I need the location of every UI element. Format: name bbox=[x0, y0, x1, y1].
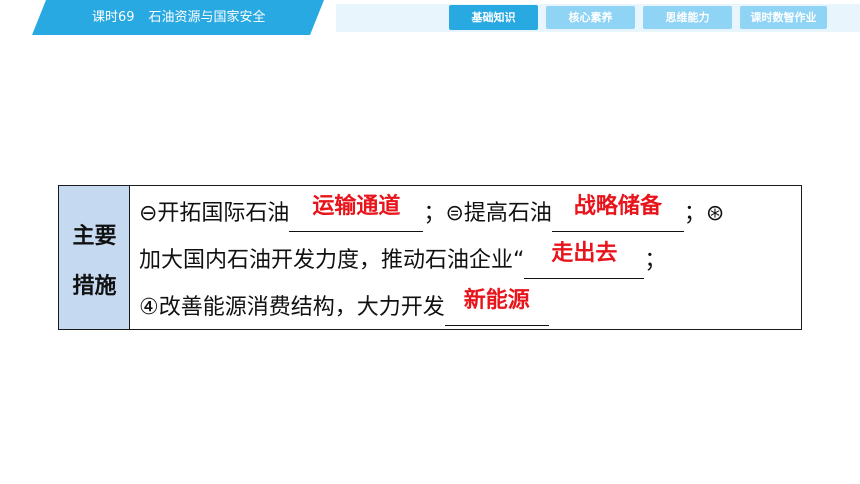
tab-basic-knowledge[interactable]: 基础知识 bbox=[449, 5, 538, 30]
label-cell: 主要 措施 bbox=[59, 186, 130, 329]
answer-1: 运输通道 bbox=[312, 194, 401, 219]
top-bar: 课时69 石油资源与国家安全 基础知识 核心素养 思维能力 课时数智作业 bbox=[0, 0, 860, 35]
label-line-1: 主要 bbox=[72, 224, 117, 249]
answer-4: 新能源 bbox=[463, 288, 530, 313]
answer-3: 走出去 bbox=[551, 241, 618, 266]
lesson-title: 课时69 石油资源与国家安全 bbox=[92, 0, 266, 35]
row3-text-1: ④改善能源消费结构，大力开发 bbox=[139, 295, 445, 320]
row1-text-1: ⊖开拓国际石油 bbox=[139, 201, 290, 226]
blank-3: 走出去 bbox=[524, 241, 645, 279]
answer-2: 战略储备 bbox=[573, 194, 662, 219]
blank-2: 战略储备 bbox=[551, 194, 684, 232]
label-line-2: 措施 bbox=[72, 274, 117, 299]
row1-text-2: ；⊜提高石油 bbox=[423, 201, 552, 226]
tab-homework[interactable]: 课时数智作业 bbox=[740, 6, 827, 29]
content-cell: ⊖开拓国际石油 运输通道 ；⊜提高石油 战略储备 ；⊛ 加大国内石油开发力度，推动石油企… bbox=[131, 186, 801, 329]
measures-table: 主要 措施 ⊖开拓国际石油 运输通道 ；⊜提高石油 战略储备 ；⊛ 加大国内石油开发力度… bbox=[58, 185, 802, 330]
blank-4: 新能源 bbox=[444, 288, 549, 326]
row2-text-2: ； bbox=[644, 248, 667, 273]
content-row-3: ④改善能源消费结构，大力开发 新能源 bbox=[139, 288, 549, 326]
blank-1: 运输通道 bbox=[289, 194, 424, 232]
content-row-1: ⊖开拓国际石油 运输通道 ；⊜提高石油 战略储备 ；⊛ bbox=[139, 194, 725, 232]
content-row-2: 加大国内石油开发力度，推动石油企业“ 走出去 ； bbox=[139, 241, 667, 279]
tab-core-literacy[interactable]: 核心素养 bbox=[546, 6, 635, 29]
tab-thinking-ability[interactable]: 思维能力 bbox=[643, 6, 732, 29]
lesson-topic: 石油资源与国家安全 bbox=[148, 10, 266, 25]
lesson-number: 课时69 bbox=[92, 10, 135, 25]
row2-text-1: 加大国内石油开发力度，推动石油企业“ bbox=[139, 248, 525, 273]
row1-text-3: ；⊛ bbox=[683, 201, 725, 226]
